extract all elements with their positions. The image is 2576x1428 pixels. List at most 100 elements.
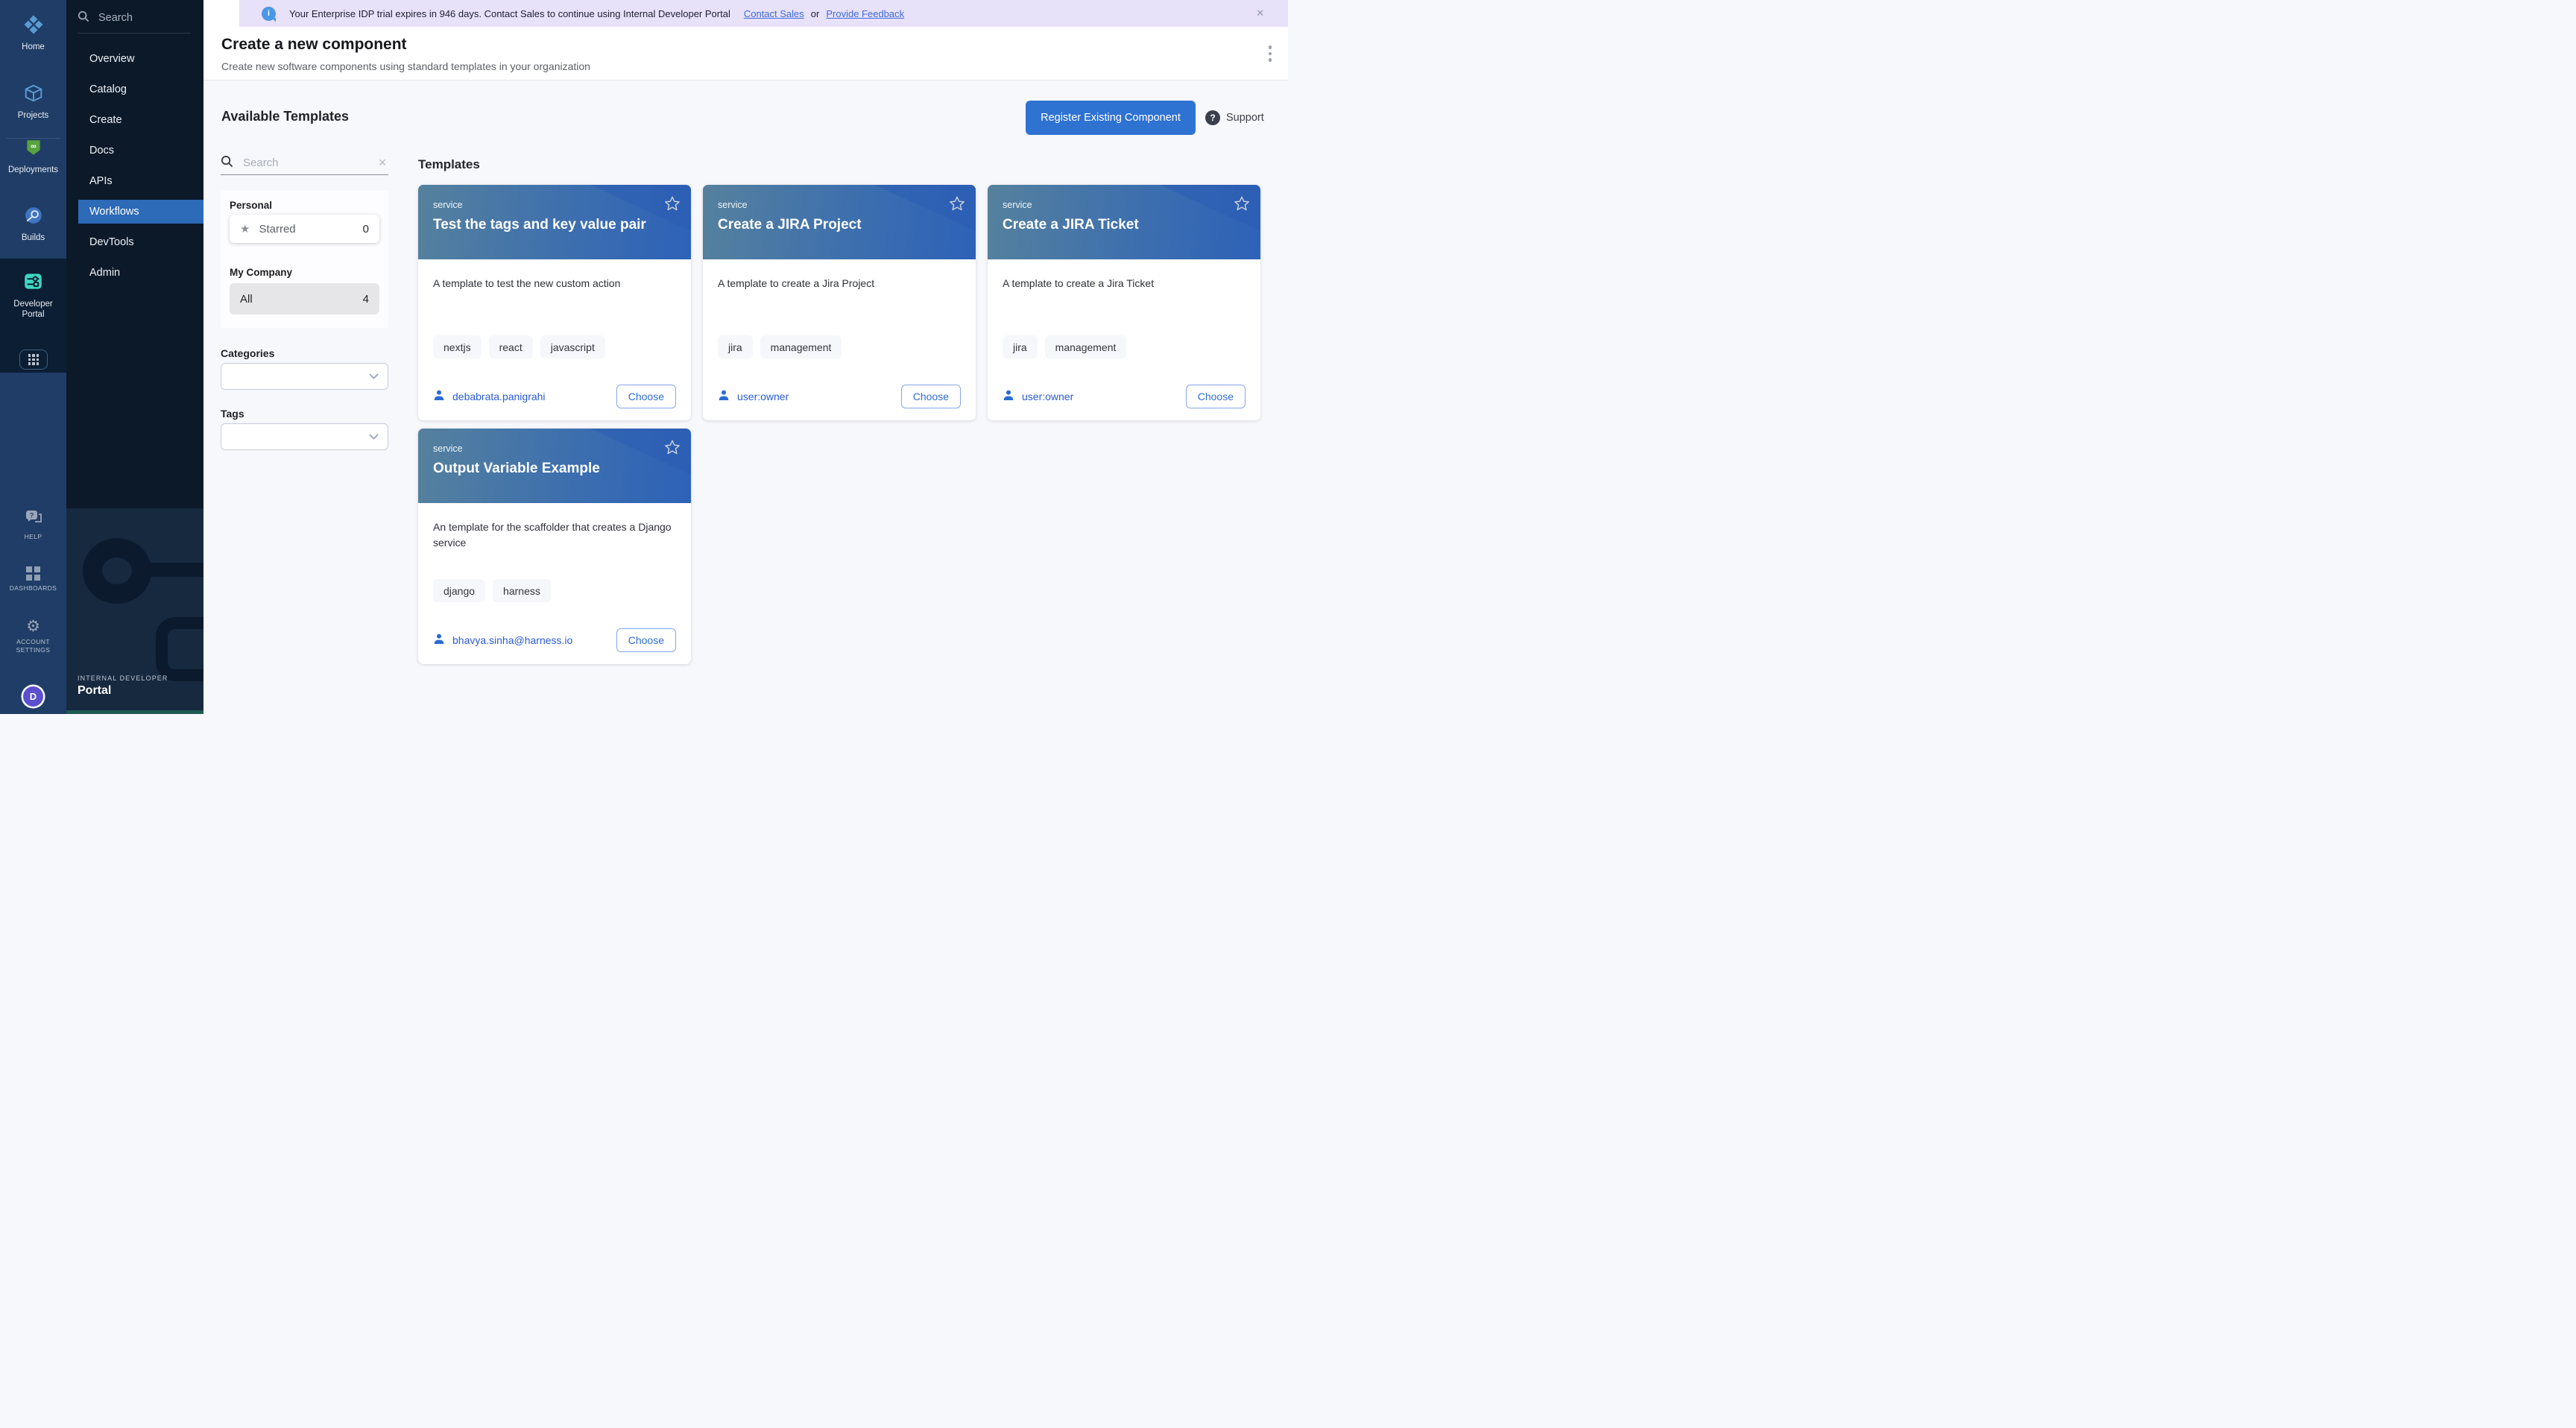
star-icon[interactable] — [664, 195, 681, 215]
template-card: service Output Variable Example An templ… — [418, 429, 691, 664]
rail-item-dashboards[interactable]: DASHBOARDS — [0, 566, 66, 592]
rail-item-home[interactable]: Home — [0, 15, 66, 52]
all-label: All — [240, 293, 363, 306]
sidebar-item-apis[interactable]: APIs — [66, 165, 203, 196]
support-question-icon[interactable]: ? — [1205, 110, 1220, 125]
card-owner-row: bhavya.sinha@harness.io Choose — [433, 628, 676, 652]
card-body: A template to create a Jira Project jira… — [703, 259, 976, 420]
page-subtitle: Create new software components using sta… — [221, 60, 590, 72]
owner-link[interactable]: user:owner — [1022, 391, 1178, 402]
starred-filter[interactable]: ★ Starred 0 — [230, 215, 379, 243]
owner-link[interactable]: user:owner — [737, 391, 894, 402]
sidebar-item-workflows[interactable]: Workflows — [78, 200, 203, 224]
my-company-label: My Company — [230, 267, 292, 278]
star-icon: ★ — [240, 222, 250, 236]
choose-button[interactable]: Choose — [1186, 385, 1246, 408]
tag-chip: harness — [493, 579, 551, 602]
chevron-down-icon — [369, 370, 379, 383]
apps-grid-button[interactable] — [19, 350, 48, 370]
decor-bar — [144, 563, 203, 577]
card-owner-row: user:owner Choose — [718, 385, 961, 408]
rail-item-deployments[interactable]: ∞ Deployments — [0, 138, 66, 175]
card-title: Output Variable Example — [433, 461, 676, 477]
divider — [78, 33, 191, 34]
card-header: service Test the tags and key value pair — [418, 185, 691, 259]
decor-square — [156, 617, 203, 681]
tag-chip: react — [489, 335, 533, 358]
clear-search-icon[interactable]: ✕ — [376, 157, 388, 169]
owner-link[interactable]: bhavya.sinha@harness.io — [452, 634, 609, 646]
choose-button[interactable]: Choose — [616, 385, 676, 408]
page-header: Create a new component Create new softwa… — [203, 27, 1288, 80]
dashboards-icon — [26, 566, 40, 581]
available-templates-heading: Available Templates — [221, 109, 349, 124]
rail-item-label: Builds — [22, 233, 45, 243]
rail-item-label: ACCOUNT SETTINGS — [9, 638, 58, 654]
person-icon — [1003, 389, 1014, 405]
home-icon — [24, 15, 43, 38]
template-search: ✕ — [221, 151, 388, 175]
contact-sales-link[interactable]: Contact Sales — [744, 8, 804, 19]
card-type: service — [718, 200, 961, 210]
rail-item-label: Home — [22, 42, 45, 52]
rail-item-projects[interactable]: Projects — [0, 83, 66, 121]
owner-link[interactable]: debabrata.panigrahi — [452, 391, 609, 402]
tag-chip: jira — [1003, 335, 1038, 358]
brand-line-2: Portal — [78, 684, 168, 698]
close-icon[interactable]: ✕ — [1256, 7, 1264, 19]
tag-chip: management — [1045, 335, 1127, 358]
choose-button[interactable]: Choose — [901, 385, 961, 408]
sidebar-search-label: Search — [98, 12, 133, 24]
decor-strip — [66, 710, 203, 714]
star-icon[interactable] — [1234, 195, 1250, 215]
sidebar-search[interactable]: Search — [78, 7, 191, 28]
support-label[interactable]: Support — [1226, 112, 1264, 124]
search-input[interactable] — [243, 157, 367, 169]
tag-chip: nextjs — [433, 335, 482, 358]
rail-item-developer-portal[interactable]: Developer Portal — [0, 271, 66, 320]
register-existing-component-button[interactable]: Register Existing Component — [1026, 101, 1196, 135]
user-avatar[interactable]: D — [23, 686, 43, 707]
rail-item-label: HELP — [25, 533, 42, 541]
card-description: A template to test the new custom action — [433, 276, 676, 323]
card-description: A template to create a Jira Ticket — [1003, 276, 1246, 323]
rail-item-help[interactable]: ? HELP — [0, 509, 66, 541]
gear-icon: ⚙ — [26, 619, 40, 634]
page-title: Create a new component — [221, 36, 407, 54]
categories-label: Categories — [221, 347, 274, 359]
sidebar-item-catalog[interactable]: Catalog — [66, 74, 203, 104]
banner-text: Your Enterprise IDP trial expires in 946… — [289, 8, 730, 19]
star-icon[interactable] — [949, 195, 965, 215]
star-icon[interactable] — [664, 439, 681, 459]
search-icon — [78, 10, 89, 26]
trial-banner: i Your Enterprise IDP trial expires in 9… — [239, 0, 1288, 27]
personal-label: Personal — [230, 200, 272, 211]
choose-button[interactable]: Choose — [616, 628, 676, 652]
person-icon — [433, 389, 445, 405]
tags-select[interactable] — [221, 423, 388, 450]
sidebar-item-admin[interactable]: Admin — [66, 257, 203, 288]
template-card: service Create a JIRA Ticket A template … — [988, 185, 1260, 420]
sidebar-item-docs[interactable]: Docs — [66, 135, 203, 165]
rail-item-label: Deployments — [8, 165, 58, 175]
filter-panel: Personal ★ Starred 0 My Company All 4 — [221, 191, 388, 328]
card-description: A template to create a Jira Project — [718, 276, 961, 323]
projects-icon — [24, 83, 43, 107]
sidebar-item-create[interactable]: Create — [66, 104, 203, 135]
sidebar-decoration: INTERNAL DEVELOPER Portal — [66, 508, 203, 714]
sidebar-item-devtools[interactable]: DevTools — [66, 227, 203, 257]
rail-item-builds[interactable]: Builds — [0, 206, 66, 243]
card-owner-row: debabrata.panigrahi Choose — [433, 385, 676, 408]
builds-icon — [24, 206, 43, 229]
provide-feedback-link[interactable]: Provide Feedback — [826, 8, 904, 19]
card-body: A template to test the new custom action… — [418, 259, 691, 420]
developer-portal-icon — [23, 271, 43, 295]
card-header: service Output Variable Example — [418, 429, 691, 503]
card-tags: nextjs react javascript — [433, 335, 676, 358]
sidebar-item-overview[interactable]: Overview — [66, 43, 203, 74]
categories-select[interactable] — [221, 363, 388, 390]
all-filter[interactable]: All 4 — [230, 283, 379, 315]
rail-item-account-settings[interactable]: ⚙ ACCOUNT SETTINGS — [0, 619, 66, 654]
decor-circle — [83, 538, 151, 604]
kebab-menu-icon[interactable] — [1266, 42, 1275, 65]
